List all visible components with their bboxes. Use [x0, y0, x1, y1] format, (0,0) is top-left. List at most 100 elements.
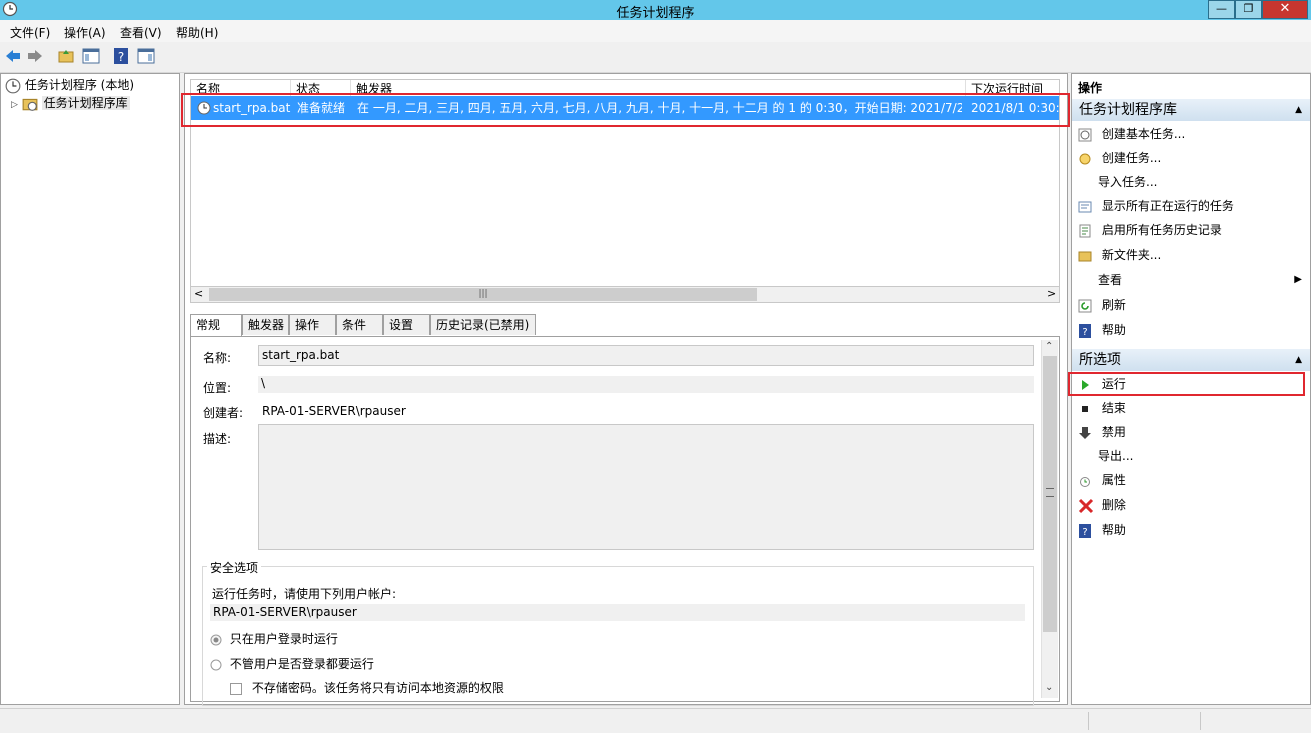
navigation-tree: 任务计划程序 (本地) ▷ 任务计划程序库	[0, 73, 180, 705]
checkbox-unchecked-icon	[230, 682, 242, 695]
action-import-task[interactable]: 导入任务...	[1098, 170, 1157, 194]
security-options-title: 安全选项	[207, 559, 262, 576]
scroll-down-arrow-icon[interactable]: ⌄	[1045, 682, 1053, 693]
close-button[interactable]: ✕	[1262, 0, 1308, 19]
menu-help[interactable]: 帮助(H)	[176, 24, 218, 41]
scroll-grip-icon: |||	[478, 289, 488, 299]
window-title: 任务计划程序	[616, 6, 695, 21]
action-refresh[interactable]: 刷新	[1078, 293, 1126, 317]
action-view[interactable]: 查看 ▶	[1098, 268, 1302, 292]
title-bar: 任务计划程序 — ❐ ✕	[0, 0, 1311, 21]
action-enable-history-label: 启用所有任务历史记录	[1101, 223, 1222, 237]
action-enable-history[interactable]: 启用所有任务历史记录	[1078, 218, 1222, 242]
action-help[interactable]: ? 帮助	[1078, 318, 1126, 342]
action-show-running-tasks-label: 显示所有正在运行的任务	[1101, 199, 1234, 213]
selected-task-highlight	[181, 93, 1070, 127]
name-field[interactable]: start_rpa.bat	[258, 345, 1034, 366]
section-library-title: 任务计划程序库	[1079, 102, 1177, 118]
action-disable-label: 禁用	[1101, 425, 1126, 439]
run-action-highlight	[1068, 372, 1305, 396]
collapse-arrow-icon[interactable]: ▲	[1295, 99, 1302, 121]
show-action-pane-icon[interactable]	[137, 47, 155, 65]
action-export[interactable]: 导出...	[1098, 444, 1133, 468]
svg-text:?: ?	[1082, 527, 1087, 538]
scroll-thumb[interactable]	[1043, 356, 1057, 632]
scroll-thumb[interactable]: |||	[209, 288, 757, 301]
back-arrow-icon[interactable]	[4, 47, 22, 65]
menu-bar: 文件(F) 操作(A) 查看(V) 帮助(H)	[0, 20, 1311, 42]
tab-settings[interactable]: 设置	[383, 314, 430, 335]
history-icon	[1079, 224, 1091, 237]
tab-conditions[interactable]: 条件	[336, 314, 383, 335]
run-as-user-field: RPA-01-SERVER\rpauser	[210, 604, 1025, 621]
properties-clock-icon	[1080, 476, 1090, 487]
action-import-task-label: 导入任务...	[1098, 175, 1158, 189]
action-show-running-tasks[interactable]: 显示所有正在运行的任务	[1078, 194, 1234, 218]
radio-run-whether-logged-on[interactable]: 不管用户是否登录都要运行	[210, 655, 374, 672]
location-field: \	[258, 376, 1034, 393]
menu-file[interactable]: 文件(F)	[10, 24, 50, 41]
action-properties[interactable]: 属性	[1078, 468, 1126, 492]
tree-item-library[interactable]: ▷ 任务计划程序库	[11, 94, 130, 112]
minimize-button[interactable]: —	[1208, 0, 1235, 19]
folder-up-icon[interactable]	[57, 47, 75, 65]
disable-arrow-icon	[1079, 426, 1091, 439]
clock-icon	[5, 78, 21, 93]
action-view-label: 查看	[1098, 273, 1123, 287]
action-help-selected[interactable]: ? 帮助	[1078, 518, 1126, 542]
section-selected-header[interactable]: 所选项 ▲	[1072, 349, 1310, 371]
run-as-label: 运行任务时，请使用下列用户帐户:	[212, 587, 397, 601]
action-create-basic-task-label: 创建基本任务...	[1101, 127, 1186, 141]
radio-run-whether-logged-on-label: 不管用户是否登录都要运行	[229, 657, 374, 671]
expand-arrow-icon[interactable]: ▷	[11, 100, 18, 110]
section-selected-title: 所选项	[1079, 352, 1121, 368]
menu-action[interactable]: 操作(A)	[64, 24, 106, 41]
forward-arrow-icon[interactable]	[26, 47, 44, 65]
actions-header: 操作	[1078, 81, 1103, 95]
basic-task-icon	[1078, 128, 1092, 141]
scroll-up-arrow-icon[interactable]: ⌃	[1045, 341, 1053, 352]
scroll-left-arrow-icon[interactable]: <	[194, 287, 203, 300]
action-end[interactable]: 结束	[1078, 396, 1126, 420]
stop-icon	[1082, 405, 1088, 412]
maximize-button[interactable]: ❐	[1235, 0, 1262, 19]
author-value: RPA-01-SERVER\rpauser	[262, 404, 406, 418]
action-create-task[interactable]: 创建任务...	[1078, 146, 1161, 170]
running-tasks-icon	[1078, 201, 1092, 212]
help-icon: ?	[1079, 523, 1091, 538]
submenu-arrow-icon: ▶	[1294, 274, 1302, 285]
horizontal-scrollbar[interactable]: < ||| >	[190, 286, 1060, 303]
vertical-scrollbar[interactable]: ⌃ ⌄	[1041, 340, 1058, 698]
description-field[interactable]	[258, 424, 1034, 550]
tab-triggers[interactable]: 触发器	[242, 314, 289, 335]
action-disable[interactable]: 禁用	[1078, 420, 1126, 444]
description-label: 描述:	[203, 432, 232, 446]
scroll-grip-icon	[1046, 488, 1054, 497]
folder-icon	[1078, 251, 1092, 261]
scroll-right-arrow-icon[interactable]: >	[1047, 287, 1056, 300]
collapse-arrow-icon[interactable]: ▲	[1295, 349, 1302, 371]
status-bar	[0, 708, 1311, 733]
radio-run-when-logged-on[interactable]: 只在用户登录时运行	[210, 630, 338, 647]
create-task-icon	[1079, 153, 1091, 164]
action-end-label: 结束	[1101, 401, 1126, 415]
tree-item-library-label: 任务计划程序库	[41, 96, 130, 110]
help-icon[interactable]: ?	[112, 47, 130, 65]
checkbox-do-not-store-password[interactable]: 不存储密码。该任务将只有访问本地资源的权限	[230, 679, 504, 696]
tree-item-root[interactable]: 任务计划程序 (本地)	[5, 76, 134, 94]
toolbar	[0, 42, 1311, 73]
tab-general[interactable]: 常规	[190, 314, 242, 337]
folder-clock-icon	[22, 98, 38, 111]
tab-actions[interactable]: 操作	[289, 314, 336, 335]
menu-view[interactable]: 查看(V)	[120, 24, 162, 41]
action-help-label: 帮助	[1101, 323, 1126, 337]
section-library-header[interactable]: 任务计划程序库 ▲	[1072, 99, 1310, 121]
action-create-basic-task[interactable]: 创建基本任务...	[1078, 122, 1185, 146]
action-help-selected-label: 帮助	[1101, 523, 1126, 537]
action-delete[interactable]: 删除	[1078, 493, 1126, 517]
show-hide-console-icon[interactable]	[82, 47, 100, 65]
name-label: 名称:	[203, 351, 232, 365]
delete-x-icon	[1078, 498, 1094, 513]
action-new-folder[interactable]: 新文件夹...	[1078, 243, 1161, 267]
tab-history[interactable]: 历史记录(已禁用)	[430, 314, 536, 335]
